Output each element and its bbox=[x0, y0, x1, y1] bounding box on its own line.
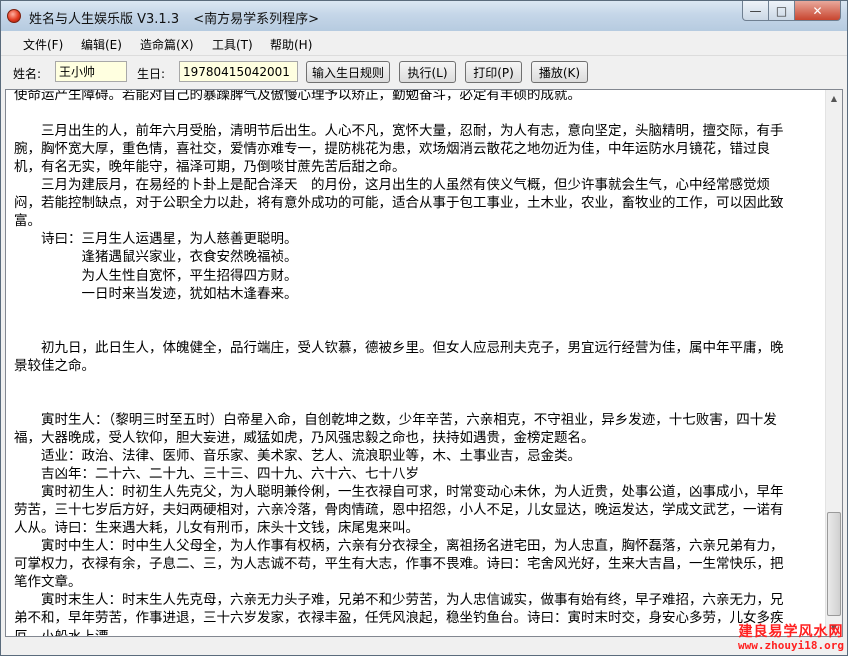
play-button[interactable]: 播放(K) bbox=[531, 61, 588, 83]
status-bar bbox=[1, 639, 847, 655]
text-line: 厄，小船水上漂。 bbox=[14, 628, 816, 637]
text-line: 弟不和，早年劳苦，作事进退，三十六岁发家，衣禄丰盈，任凭风浪起，稳坐钓鱼台。诗曰… bbox=[14, 610, 784, 627]
run-button[interactable]: 执行(L) bbox=[399, 61, 456, 83]
main-window: 姓名与人生娱乐版 V3.1.3 <南方易学系列程序> — □ ✕ 文件(F) 编… bbox=[0, 0, 848, 656]
text-line: 腕，胸怀宽大厚，重色情，喜社交，爱情亦难专一，提防桃花为患，欢场烟消云散花之地勿… bbox=[14, 141, 770, 158]
menu-help[interactable]: 帮助(H) bbox=[270, 36, 312, 53]
window-title-sub: <南方易学系列程序> bbox=[193, 12, 320, 27]
text-line: 富。 bbox=[14, 213, 41, 230]
birthday-input[interactable] bbox=[179, 61, 298, 82]
menu-destiny[interactable]: 造命篇(X) bbox=[140, 36, 194, 53]
text-line: 适业：政治、法律、医师、音乐家、美术家、艺人、流浪职业等，木、土事业吉，忌金类。 bbox=[14, 448, 581, 464]
name-label: 姓名: bbox=[13, 67, 42, 81]
menu-edit[interactable]: 编辑(E) bbox=[81, 36, 122, 53]
window-title: 姓名与人生娱乐版 V3.1.3 <南方易学系列程序> bbox=[29, 8, 329, 27]
text-line: 吉凶年：二十六、二十九、三十三、四十九、六十六、七十八岁 bbox=[14, 466, 419, 483]
text-line: 为人生性自宽怀，平生招得四方财。 bbox=[14, 267, 298, 284]
minimize-button[interactable]: — bbox=[742, 1, 769, 21]
text-line: 机，有名无实，晚年能守，福泽可期，乃倒啖甘蔗先苦后甜之命。 bbox=[14, 159, 406, 176]
birthday-label: 生日: bbox=[137, 67, 166, 81]
text-line: 诗曰：三月生人运遇星，为人慈善更聪明。 bbox=[14, 231, 298, 248]
text-line: 三月为建辰月，在易经的卜卦上是配合泽天 的月份，这月出生的人虽然有侠义气概，但少… bbox=[14, 177, 770, 194]
text-line: 使命运产生障碍。若能对自己的暴躁脾气及傲慢心理予以矫正，勤勉奋斗，必定有丰硕的成… bbox=[14, 90, 581, 103]
toolbar: 姓名: 生日: 输入生日规则 执行(L) 打印(P) 播放(K) bbox=[1, 57, 847, 88]
text-line: 三月出生的人，前年六月受胎，清明节后出生。人心不凡，宽怀大量，忍耐，为人有志，意… bbox=[14, 123, 784, 140]
text-line: 寅时生人：（黎明三时至五时）白帝星入命，自创乾坤之数，少年辛苦，六亲相克，不守祖… bbox=[14, 411, 777, 428]
watermark-url: www.zhouyi18.org bbox=[738, 639, 844, 652]
site-watermark: 建良易学风水网 www.zhouyi18.org bbox=[738, 624, 844, 652]
text-line: 一日时来当发迹，犹如枯木逢春来。 bbox=[14, 285, 298, 302]
vertical-scrollbar[interactable]: ▲ ▼ bbox=[825, 90, 842, 636]
window-title-main: 姓名与人生娱乐版 V3.1.3 bbox=[29, 12, 180, 27]
menu-file[interactable]: 文件(F) bbox=[23, 36, 63, 53]
text-line: 可掌权力，衣禄有余，子息二、三，为人志诚不苟，平生有大志，作事不畏难。诗曰：宅舍… bbox=[14, 556, 784, 573]
name-input[interactable] bbox=[55, 61, 127, 82]
text-line: 笔作文章。 bbox=[14, 574, 82, 591]
window-controls: — □ ✕ bbox=[742, 1, 841, 21]
maximize-button[interactable]: □ bbox=[769, 1, 795, 21]
text-line: 闷，若能控制缺点，对于公职全力以赴，将有意外成功的可能，适合从事于包工事业，土木… bbox=[14, 195, 784, 212]
text-line: 寅时中生人：时中生人父母全，为人作事有权柄，六亲有分衣禄全，离祖扬名进宅田，为人… bbox=[14, 538, 784, 555]
text-line: 逢猪遇鼠兴家业，衣食安然晚福祯。 bbox=[14, 249, 298, 266]
text-line: 劳苦，三十七岁后方好，夫妇两硬相对，六亲冷落，骨肉情疏，恩中招怨，小人不足，儿女… bbox=[14, 502, 784, 519]
print-button[interactable]: 打印(P) bbox=[465, 61, 522, 83]
scrollbar-thumb[interactable] bbox=[827, 512, 841, 616]
close-button[interactable]: ✕ bbox=[795, 1, 841, 21]
text-line: 初九日，此日生人，体魄健全，品行端庄，受人钦慕，德被乡里。但女人应忌刑夫克子，男… bbox=[14, 339, 784, 356]
text-line: 寅时初生人：时初生人先克父，为人聪明兼伶俐，一生衣禄自可求，时常变动心未休，为人… bbox=[14, 484, 784, 501]
watermark-title: 建良易学风水网 bbox=[738, 624, 844, 640]
menu-tools[interactable]: 工具(T) bbox=[212, 36, 253, 53]
text-line: 福，大器晚成，受人钦仰，胆大妄进，威猛如虎，乃风强忠毅之命也，扶持如遇贵，金榜定… bbox=[14, 429, 595, 446]
birthday-rule-button[interactable]: 输入生日规则 bbox=[306, 61, 390, 83]
text-line: 人从。诗曰：生来遇大耗，儿女有刑币，床头十文钱，床尾鬼来叫。 bbox=[14, 520, 419, 537]
text-line: 寅时末生人：时末生人先克母，六亲无力头子难，兄弟不和少劳苦，为人忠信诚实，做事有… bbox=[14, 592, 784, 609]
scroll-up-icon[interactable]: ▲ bbox=[826, 90, 842, 107]
result-text[interactable]: 使命运产生障碍。若能对自己的暴躁脾气及傲慢心理予以矫正，勤勉奋斗，必定有丰硕的成… bbox=[6, 90, 824, 636]
result-text-area[interactable]: 使命运产生障碍。若能对自己的暴躁脾气及傲慢心理予以矫正，勤勉奋斗，必定有丰硕的成… bbox=[5, 89, 843, 637]
text-line: 景较佳之命。 bbox=[14, 357, 95, 374]
app-icon[interactable] bbox=[7, 9, 21, 23]
title-bar[interactable]: 姓名与人生娱乐版 V3.1.3 <南方易学系列程序> — □ ✕ bbox=[1, 1, 847, 31]
menu-bar: 文件(F) 编辑(E) 造命篇(X) 工具(T) 帮助(H) bbox=[1, 31, 847, 56]
